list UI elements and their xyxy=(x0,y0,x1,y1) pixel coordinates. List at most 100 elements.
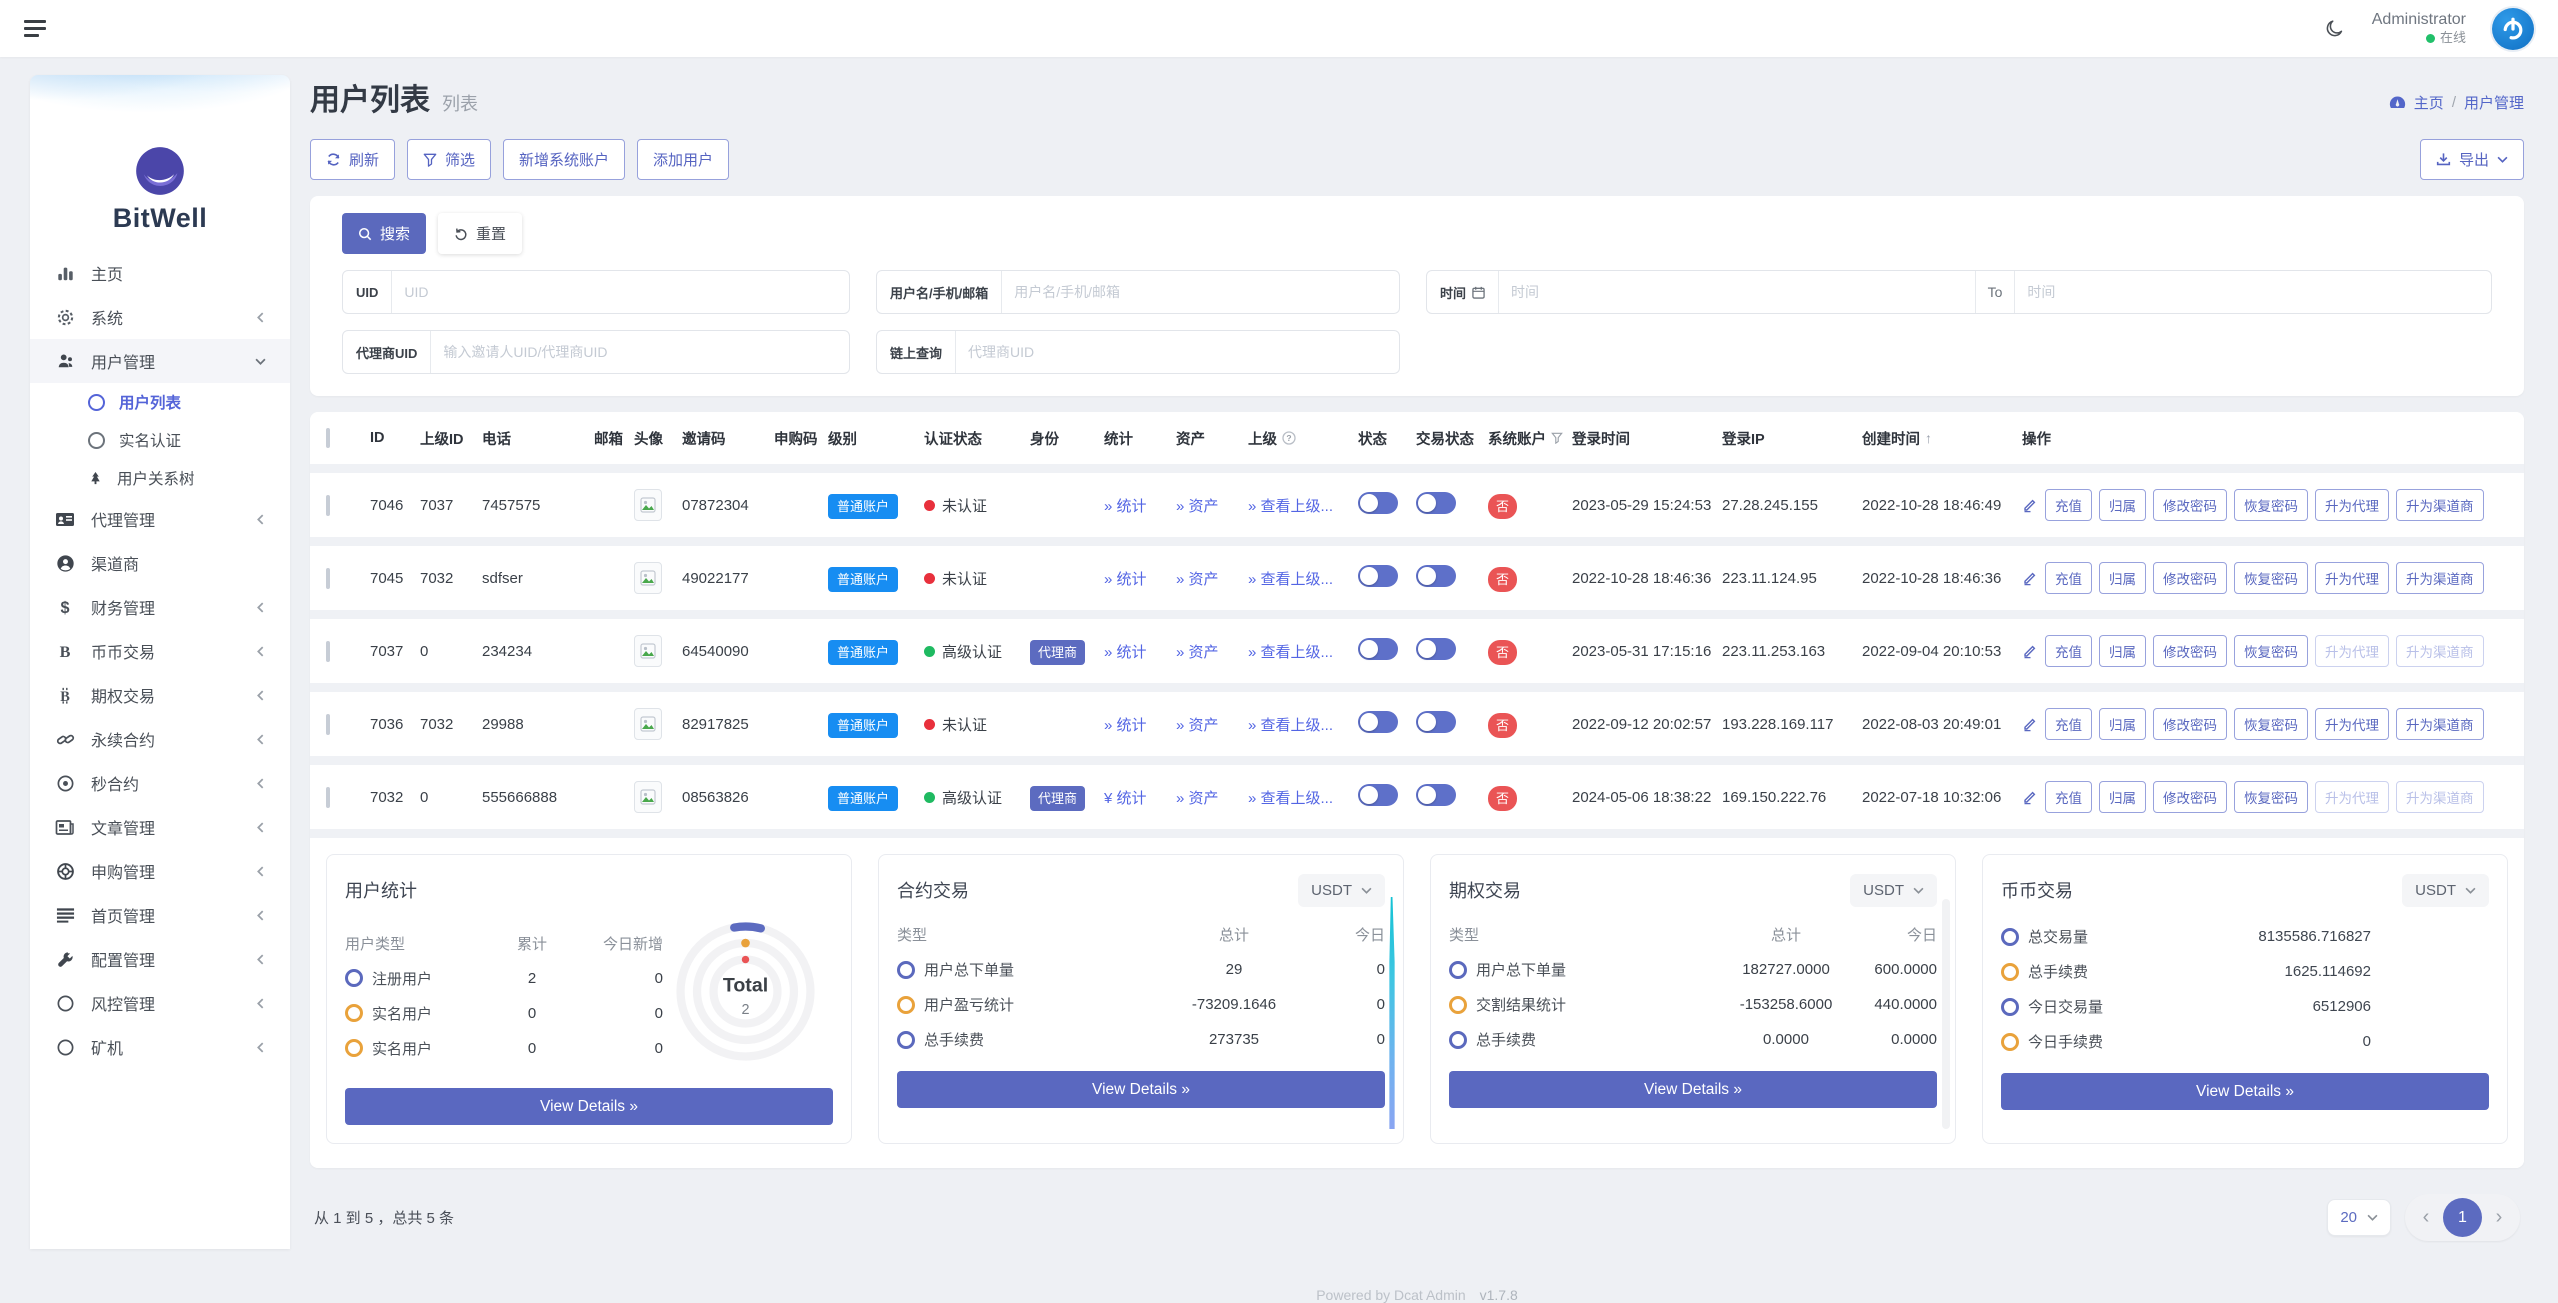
recover-password-button[interactable]: 恢复密码 xyxy=(2234,781,2308,813)
sidebar-item-second-contract[interactable]: 秒合约 xyxy=(30,761,290,805)
promote-agent-button[interactable]: 升为代理 xyxy=(2315,562,2389,594)
edit-pencil-icon[interactable] xyxy=(2022,643,2038,659)
sidebar-item-finance-management[interactable]: $ 财务管理 xyxy=(30,585,290,629)
row-checkbox[interactable] xyxy=(326,567,330,589)
next-page-button[interactable]: › xyxy=(2482,1199,2516,1237)
view-parent-link[interactable]: » 查看上级... xyxy=(1248,717,1333,734)
stats-link[interactable]: » 统计 xyxy=(1104,571,1147,588)
promote-channel-button[interactable]: 升为渠道商 xyxy=(2396,489,2484,521)
currency-select[interactable]: USDT xyxy=(1298,873,1385,907)
assets-link[interactable]: » 资产 xyxy=(1176,717,1219,734)
view-parent-link[interactable]: » 查看上级... xyxy=(1248,790,1333,807)
trade-status-toggle[interactable] xyxy=(1416,638,1456,660)
assets-link[interactable]: » 资产 xyxy=(1176,571,1219,588)
status-toggle[interactable] xyxy=(1358,784,1398,806)
sidebar-item-subscription-management[interactable]: 申购管理 xyxy=(30,849,290,893)
search-button[interactable]: 搜索 xyxy=(342,213,427,254)
recover-password-button[interactable]: 恢复密码 xyxy=(2234,635,2308,667)
sidebar-item-mining-machine[interactable]: 矿机 xyxy=(30,1025,290,1069)
edit-pencil-icon[interactable] xyxy=(2022,789,2038,805)
recover-password-button[interactable]: 恢复密码 xyxy=(2234,489,2308,521)
change-password-button[interactable]: 修改密码 xyxy=(2153,708,2227,740)
export-button[interactable]: 导出 xyxy=(2419,139,2524,180)
filter-button[interactable]: 筛选 xyxy=(407,139,492,180)
attribution-button[interactable]: 归属 xyxy=(2099,708,2146,740)
uid-input[interactable] xyxy=(392,271,849,313)
view-details-button[interactable]: View Details » xyxy=(897,1071,1385,1108)
breadcrumb-home-link[interactable]: 主页 xyxy=(2414,92,2444,113)
assets-link[interactable]: » 资产 xyxy=(1176,790,1219,807)
promote-agent-button[interactable]: 升为代理 xyxy=(2315,489,2389,521)
chain-query-input[interactable] xyxy=(956,331,1399,373)
recharge-button[interactable]: 充值 xyxy=(2045,781,2092,813)
sidebar-item-user-management[interactable]: 用户管理 xyxy=(30,339,290,383)
row-checkbox[interactable] xyxy=(326,713,330,735)
row-checkbox[interactable] xyxy=(326,640,330,662)
dark-mode-toggle[interactable] xyxy=(2324,18,2346,40)
view-parent-link[interactable]: » 查看上级... xyxy=(1248,498,1333,515)
currency-select[interactable]: USDT xyxy=(2402,873,2489,907)
change-password-button[interactable]: 修改密码 xyxy=(2153,562,2227,594)
sidebar-item-system[interactable]: 系统 xyxy=(30,295,290,339)
promote-agent-button[interactable]: 升为代理 xyxy=(2315,708,2389,740)
reset-button[interactable]: 重置 xyxy=(438,213,523,254)
refresh-button[interactable]: 刷新 xyxy=(310,139,396,180)
assets-link[interactable]: » 资产 xyxy=(1176,644,1219,661)
sidebar-item-spot-trading[interactable]: B 币币交易 xyxy=(30,629,290,673)
sidebar-item-user-relation-tree[interactable]: 用户关系树 xyxy=(30,459,290,497)
row-checkbox[interactable] xyxy=(326,786,330,808)
view-parent-link[interactable]: » 查看上级... xyxy=(1248,571,1333,588)
row-checkbox[interactable] xyxy=(326,494,330,516)
avatar[interactable] xyxy=(2492,7,2534,50)
time-from-input[interactable] xyxy=(1499,271,1975,313)
edit-pencil-icon[interactable] xyxy=(2022,570,2038,586)
promote-channel-button[interactable]: 升为渠道商 xyxy=(2396,708,2484,740)
trade-status-toggle[interactable] xyxy=(1416,492,1456,514)
sidebar-item-homepage-management[interactable]: 首页管理 xyxy=(30,893,290,937)
account-input[interactable] xyxy=(1002,271,1399,313)
recharge-button[interactable]: 充值 xyxy=(2045,489,2092,521)
view-details-button[interactable]: View Details » xyxy=(345,1088,833,1125)
promote-channel-button[interactable]: 升为渠道商 xyxy=(2396,562,2484,594)
sort-asc-icon[interactable]: ↑ xyxy=(1925,430,1932,446)
edit-pencil-icon[interactable] xyxy=(2022,497,2038,513)
hamburger-menu-icon[interactable] xyxy=(24,20,46,37)
stats-link[interactable]: » 统计 xyxy=(1104,498,1147,515)
trade-status-toggle[interactable] xyxy=(1416,711,1456,733)
sidebar-item-options-trading[interactable]: B 期权交易 xyxy=(30,673,290,717)
change-password-button[interactable]: 修改密码 xyxy=(2153,781,2227,813)
sidebar-item-article-management[interactable]: 文章管理 xyxy=(30,805,290,849)
sidebar-item-channel-merchant[interactable]: 渠道商 xyxy=(30,541,290,585)
sidebar-item-user-list[interactable]: 用户列表 xyxy=(30,383,290,421)
current-page-button[interactable]: 1 xyxy=(2443,1198,2482,1237)
sidebar-item-real-name-auth[interactable]: 实名认证 xyxy=(30,421,290,459)
view-details-button[interactable]: View Details » xyxy=(2001,1073,2489,1110)
status-toggle[interactable] xyxy=(1358,492,1398,514)
column-filter-icon[interactable] xyxy=(1551,432,1563,444)
recover-password-button[interactable]: 恢复密码 xyxy=(2234,708,2308,740)
user-info[interactable]: Administrator 在线 xyxy=(2372,10,2466,46)
attribution-button[interactable]: 归属 xyxy=(2099,489,2146,521)
sidebar-item-agent-management[interactable]: 代理管理 xyxy=(30,497,290,541)
sidebar-item-config-management[interactable]: 配置管理 xyxy=(30,937,290,981)
add-user-button[interactable]: 添加用户 xyxy=(637,139,730,180)
stats-link[interactable]: ¥ 统计 xyxy=(1104,790,1147,807)
status-toggle[interactable] xyxy=(1358,711,1398,733)
recharge-button[interactable]: 充值 xyxy=(2045,708,2092,740)
page-size-select[interactable]: 20 xyxy=(2327,1199,2391,1236)
attribution-button[interactable]: 归属 xyxy=(2099,635,2146,667)
recharge-button[interactable]: 充值 xyxy=(2045,562,2092,594)
status-toggle[interactable] xyxy=(1358,565,1398,587)
sidebar-item-perpetual-contract[interactable]: 永续合约 xyxy=(30,717,290,761)
stats-link[interactable]: » 统计 xyxy=(1104,717,1147,734)
attribution-button[interactable]: 归属 xyxy=(2099,781,2146,813)
edit-pencil-icon[interactable] xyxy=(2022,716,2038,732)
assets-link[interactable]: » 资产 xyxy=(1176,498,1219,515)
status-toggle[interactable] xyxy=(1358,638,1398,660)
help-circle-icon[interactable]: ? xyxy=(1282,431,1296,445)
add-system-account-button[interactable]: 新增系统账户 xyxy=(503,139,626,180)
stats-link[interactable]: » 统计 xyxy=(1104,644,1147,661)
agent-uid-input[interactable] xyxy=(431,331,849,373)
recharge-button[interactable]: 充值 xyxy=(2045,635,2092,667)
prev-page-button[interactable]: ‹ xyxy=(2409,1199,2443,1237)
